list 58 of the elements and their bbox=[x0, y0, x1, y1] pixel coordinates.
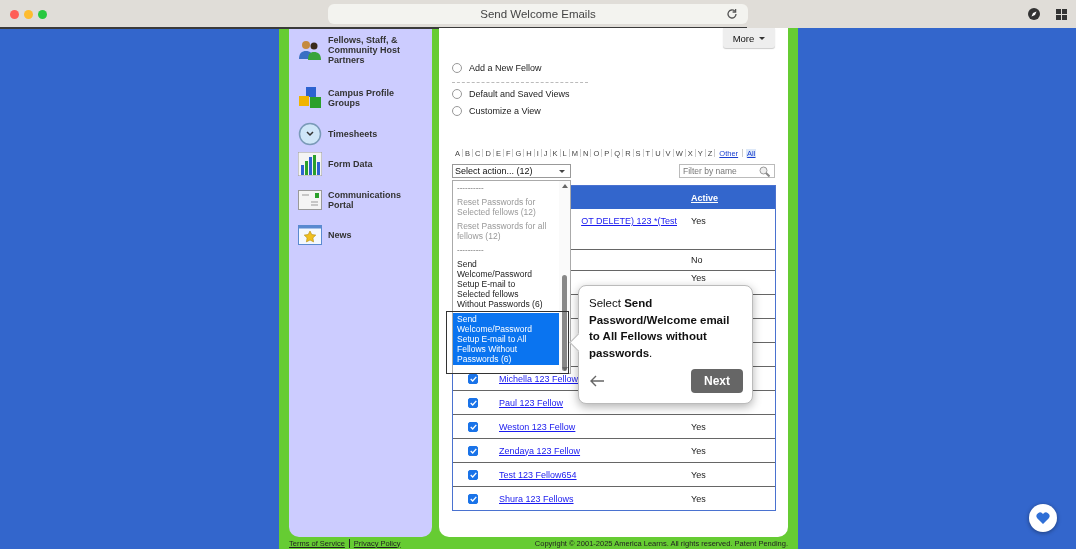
clock-icon bbox=[298, 122, 322, 146]
row-checkbox[interactable] bbox=[468, 493, 478, 504]
sidebar-item[interactable]: Form Data bbox=[289, 150, 432, 178]
radio-option[interactable]: Default and Saved Views bbox=[452, 85, 788, 102]
tooltip-text: Select Send Password/Welcome email to All Fellows without passwords. bbox=[589, 296, 731, 361]
fellow-name-link[interactable]: Weston 123 Fellow bbox=[499, 421, 576, 432]
sidebar-item[interactable]: News bbox=[289, 221, 432, 249]
more-button[interactable]: More bbox=[723, 28, 775, 48]
active-status: Yes bbox=[691, 216, 706, 226]
scrollbar[interactable] bbox=[559, 181, 570, 373]
fellow-name-link[interactable]: Michella 123 Fellow bbox=[499, 373, 579, 384]
active-status: Yes bbox=[691, 421, 706, 432]
search-icon bbox=[759, 165, 770, 177]
sidebar-item[interactable]: Communications Portal bbox=[289, 186, 432, 214]
sidebar-item[interactable]: Campus Profile Groups bbox=[289, 84, 432, 112]
heart-icon bbox=[1036, 512, 1050, 524]
bar-chart-icon bbox=[298, 152, 322, 176]
favorite-button[interactable] bbox=[1029, 504, 1057, 532]
action-option[interactable]: Send Welcome/Password Setup E-mail to All Fellows Without Passwords (6) bbox=[453, 313, 559, 365]
envelope-icon bbox=[298, 190, 322, 210]
active-status: Yes bbox=[691, 493, 706, 504]
radio-option[interactable]: Add a New Fellow bbox=[452, 59, 788, 76]
cubes-icon bbox=[298, 86, 322, 110]
row-checkbox[interactable] bbox=[468, 445, 478, 456]
separator-option: ---------- bbox=[453, 183, 559, 193]
row-checkbox[interactable] bbox=[468, 469, 478, 480]
active-status: Yes bbox=[691, 273, 706, 283]
compass-icon[interactable] bbox=[1028, 8, 1040, 20]
star-window-icon bbox=[298, 225, 322, 245]
people-icon bbox=[298, 38, 322, 62]
fellow-name-link[interactable]: Paul 123 Fellow bbox=[499, 397, 564, 408]
filter-field[interactable]: Filter by name bbox=[679, 164, 775, 178]
radio-option[interactable]: Customize a View bbox=[452, 102, 788, 119]
scroll-down-icon[interactable] bbox=[562, 367, 568, 371]
sidebar-item[interactable]: Fellows, Staff, & Community Host Partners bbox=[289, 35, 432, 65]
page-title: Send Welcome Emails bbox=[480, 8, 596, 20]
active-status: No bbox=[691, 255, 703, 265]
next-button[interactable]: Next bbox=[691, 369, 743, 393]
action-select[interactable]: Select action... (12) bbox=[452, 164, 571, 178]
action-option[interactable]: Send Welcome/Password Setup E-mail to Selected fellows Without Passwords (6) bbox=[453, 259, 559, 309]
address-bar[interactable]: Send Welcome Emails bbox=[328, 4, 748, 24]
column-header[interactable]: Active bbox=[691, 192, 718, 203]
row-checkbox[interactable] bbox=[468, 397, 478, 408]
grid-icon[interactable] bbox=[1056, 8, 1067, 20]
caret-icon bbox=[559, 169, 565, 173]
fellow-name-link[interactable]: Test 123 Fellow654 bbox=[499, 469, 577, 480]
sidebar-item[interactable]: Timesheets bbox=[289, 120, 432, 148]
fellow-name-link[interactable]: Shura 123 Fellows bbox=[499, 493, 574, 504]
separator-option: ---------- bbox=[453, 245, 559, 255]
scroll-up-icon[interactable] bbox=[562, 184, 568, 188]
caret-icon bbox=[759, 36, 766, 40]
fellow-name-link[interactable]: OT DELETE) 123 *(Test bbox=[581, 216, 677, 226]
active-status: Yes bbox=[691, 469, 706, 480]
fellow-name-link[interactable]: Zendaya 123 Fellow bbox=[499, 445, 581, 456]
row-checkbox[interactable] bbox=[468, 421, 478, 432]
back-arrow-icon[interactable] bbox=[589, 375, 605, 387]
active-status: Yes bbox=[691, 445, 706, 456]
reload-icon[interactable] bbox=[726, 8, 738, 20]
